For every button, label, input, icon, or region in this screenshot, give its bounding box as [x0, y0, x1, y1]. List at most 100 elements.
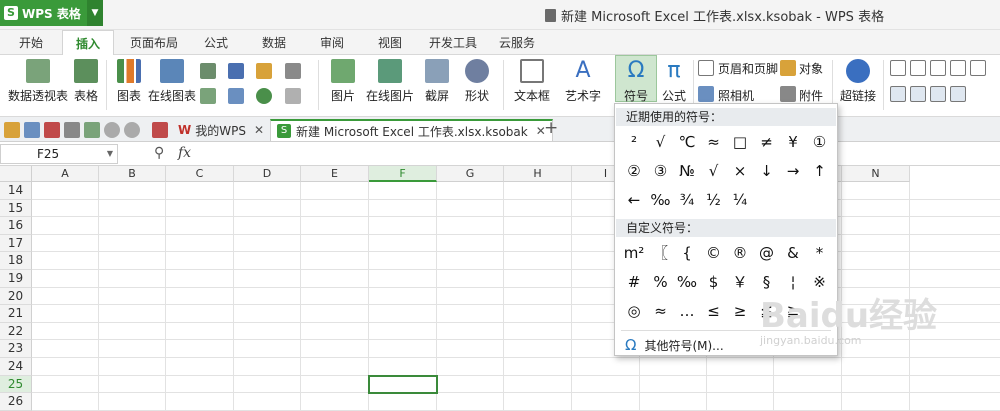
- checkbox-icon[interactable]: [910, 60, 926, 76]
- symbol-cell[interactable]: ↓: [754, 160, 780, 182]
- pivot-table-button[interactable]: 数据透视表: [8, 59, 68, 104]
- tab-formula[interactable]: 公式: [204, 34, 228, 51]
- object-icon[interactable]: [780, 60, 796, 76]
- symbol-cell[interactable]: &: [780, 242, 806, 264]
- symbol-cell[interactable]: №: [674, 160, 700, 182]
- row-header-26[interactable]: 26: [0, 393, 32, 411]
- open-folder-icon[interactable]: [4, 122, 20, 138]
- online-picture-button[interactable]: 在线图片: [366, 59, 414, 104]
- textbox-button[interactable]: 文本框: [510, 59, 554, 104]
- tab-view[interactable]: 视图: [378, 34, 402, 51]
- symbol-cell[interactable]: √: [701, 160, 727, 182]
- scatter-chart-icon[interactable]: [285, 88, 301, 104]
- chevron-down-icon[interactable]: ▼: [87, 0, 103, 26]
- wordart-button[interactable]: A 艺术字: [560, 59, 606, 104]
- select-all-corner[interactable]: [0, 166, 32, 182]
- symbol-cell[interactable]: ‰: [648, 189, 674, 211]
- symbol-cell[interactable]: ≤: [701, 300, 727, 322]
- header-footer-button[interactable]: 页眉和页脚: [718, 60, 778, 77]
- button-control-icon[interactable]: [970, 60, 986, 76]
- picture-button[interactable]: 图片: [326, 59, 360, 104]
- attachment-icon[interactable]: [780, 86, 796, 102]
- symbol-cell[interactable]: ℃: [674, 131, 700, 153]
- radio-icon[interactable]: [930, 60, 946, 76]
- symbol-cell[interactable]: ®: [727, 242, 753, 264]
- symbol-cell[interactable]: $: [701, 271, 727, 293]
- combobox-icon[interactable]: [910, 86, 926, 102]
- row-header-25[interactable]: 25: [0, 375, 32, 394]
- symbol-cell[interactable]: ×: [727, 160, 753, 182]
- symbol-cell[interactable]: ©: [701, 242, 727, 264]
- row-header-20[interactable]: 20: [0, 287, 32, 306]
- row-header-18[interactable]: 18: [0, 252, 32, 270]
- pie-chart-icon[interactable]: [256, 88, 272, 104]
- row-header-22[interactable]: 22: [0, 322, 32, 341]
- tab-start[interactable]: 开始: [19, 34, 43, 51]
- pdf-icon[interactable]: [44, 122, 60, 138]
- header-footer-icon[interactable]: [698, 60, 714, 76]
- symbol-cell[interactable]: ²: [621, 131, 647, 153]
- row-header-14[interactable]: 14: [0, 182, 32, 200]
- redo-icon[interactable]: [124, 122, 140, 138]
- fx-button[interactable]: fx: [178, 145, 191, 161]
- online-chart-button[interactable]: 在线图表: [148, 59, 196, 104]
- symbol-cell[interactable]: ¥: [780, 131, 806, 153]
- row-header-21[interactable]: 21: [0, 305, 32, 323]
- undo-icon[interactable]: [104, 122, 120, 138]
- symbol-cell[interactable]: ※: [807, 271, 833, 293]
- column-header-b[interactable]: B: [99, 166, 166, 182]
- shape-button[interactable]: 形状: [460, 59, 494, 104]
- screenshot-button[interactable]: 截屏: [420, 59, 454, 104]
- tab-page-layout[interactable]: 页面布局: [130, 34, 178, 51]
- tab-data[interactable]: 数据: [262, 34, 286, 51]
- row-header-19[interactable]: 19: [0, 270, 32, 288]
- symbol-cell[interactable]: @: [754, 242, 780, 264]
- column-header-d[interactable]: D: [234, 166, 301, 182]
- symbol-cell[interactable]: ③: [648, 160, 674, 182]
- symbol-cell[interactable]: §: [754, 271, 780, 293]
- symbol-cell[interactable]: #: [621, 271, 647, 293]
- symbol-cell[interactable]: ≈: [701, 131, 727, 153]
- symbol-cell[interactable]: ≥: [727, 300, 753, 322]
- tab-cloud[interactable]: 云服务: [499, 34, 535, 51]
- formula-button[interactable]: π 公式: [659, 59, 689, 104]
- tab-insert[interactable]: 插入: [62, 30, 115, 56]
- row-header-24[interactable]: 24: [0, 358, 32, 376]
- row-header-23[interactable]: 23: [0, 340, 32, 358]
- more-symbols-item[interactable]: Ω 其他符号(M)...: [625, 336, 724, 354]
- column-header-c[interactable]: C: [166, 166, 234, 182]
- symbol-cell[interactable]: →: [780, 160, 806, 182]
- chart-button[interactable]: 图表: [114, 59, 144, 104]
- close-icon[interactable]: ✕: [254, 123, 264, 137]
- column-header-n[interactable]: N: [842, 166, 910, 182]
- camera-button[interactable]: 照相机: [718, 87, 754, 104]
- chevron-down-icon[interactable]: ▼: [107, 145, 113, 163]
- object-button[interactable]: 对象: [799, 60, 823, 77]
- symbol-cell[interactable]: ②: [621, 160, 647, 182]
- symbol-cell[interactable]: ¦: [780, 271, 806, 293]
- row-header-16[interactable]: 16: [0, 217, 32, 235]
- symbol-cell[interactable]: ≈: [648, 300, 674, 322]
- tab-current-file[interactable]: S 新建 Microsoft Excel 工作表.xlsx.ksobak ✕: [270, 119, 553, 141]
- symbol-cell[interactable]: 〖: [648, 242, 674, 264]
- symbol-cell[interactable]: □: [727, 131, 753, 153]
- symbol-cell[interactable]: ¼: [727, 189, 753, 211]
- listbox-icon[interactable]: [890, 86, 906, 102]
- column-header-g[interactable]: G: [437, 166, 504, 182]
- textbox-small-icon[interactable]: [890, 60, 906, 76]
- save-icon[interactable]: [24, 122, 40, 138]
- row-header-17[interactable]: 17: [0, 234, 32, 253]
- symbol-cell[interactable]: √: [648, 131, 674, 153]
- symbol-cell[interactable]: m²: [621, 242, 647, 264]
- print-icon[interactable]: [64, 122, 80, 138]
- tab-review[interactable]: 审阅: [320, 34, 344, 51]
- symbol-cell[interactable]: ①: [807, 131, 833, 153]
- column-header-h[interactable]: H: [504, 166, 572, 182]
- symbol-cell[interactable]: ¾: [674, 189, 700, 211]
- check-icon[interactable]: [950, 60, 966, 76]
- symbol-cell[interactable]: ◎: [621, 300, 647, 322]
- symbol-cell[interactable]: ≠: [754, 131, 780, 153]
- column-header-e[interactable]: E: [301, 166, 369, 182]
- search-icon[interactable]: ⚲: [154, 145, 164, 161]
- symbol-cell[interactable]: …: [674, 300, 700, 322]
